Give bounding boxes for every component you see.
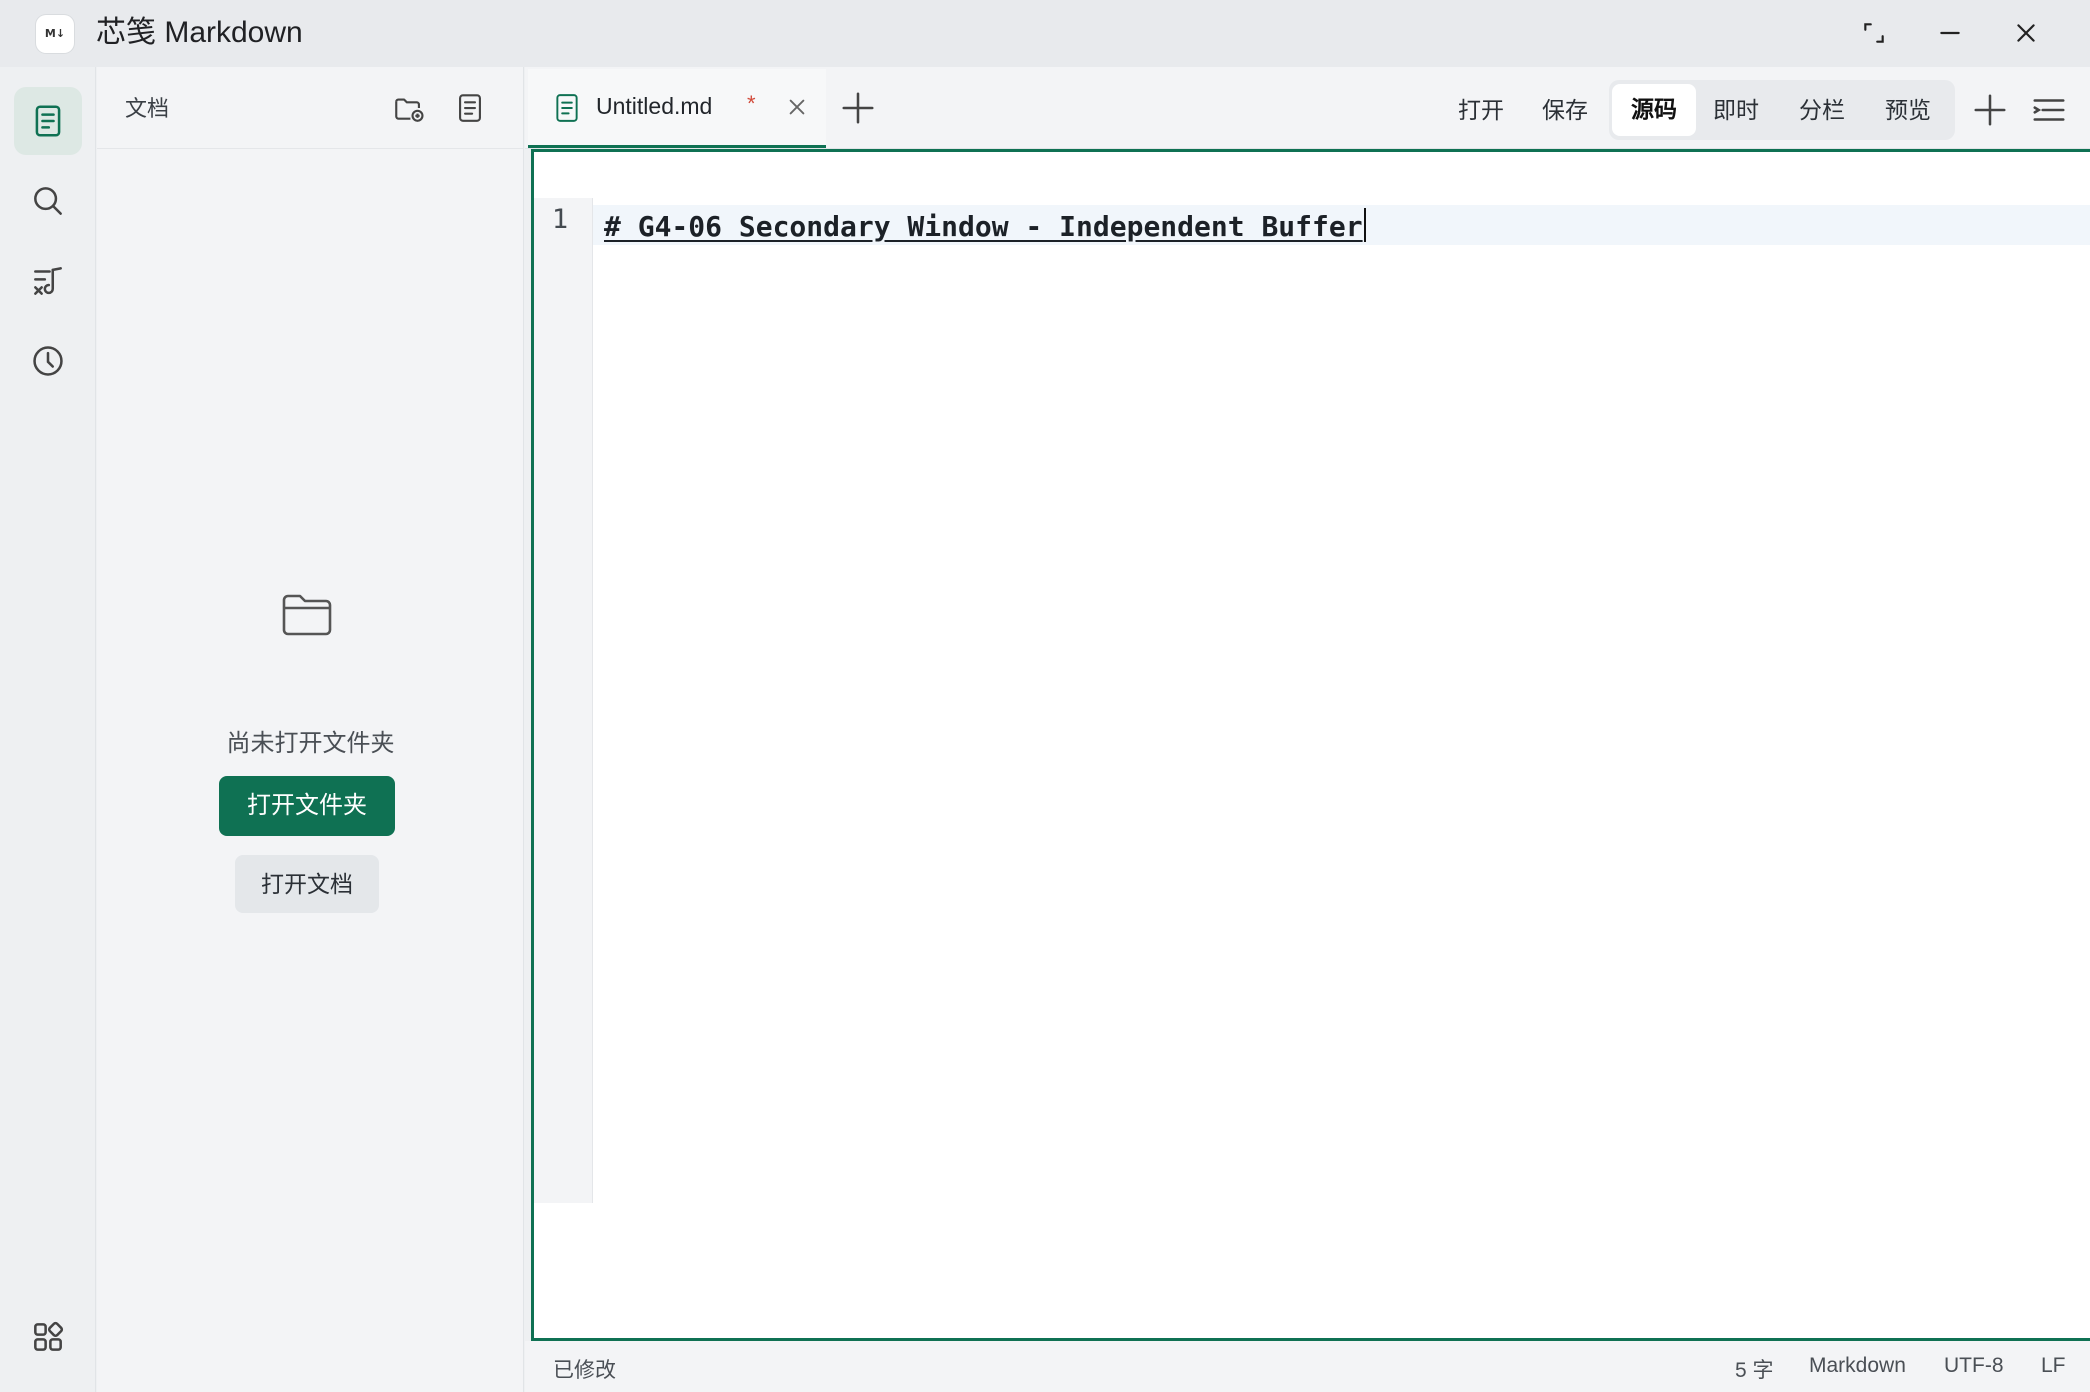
add-icon[interactable] [1971,91,2009,129]
mode-instant-button[interactable]: 即时 [1699,85,1773,135]
text-caret [1363,208,1366,242]
status-bar: 已修改 5 字 Markdown UTF-8 LF [525,1341,2090,1392]
open-folder-button[interactable] [388,87,430,129]
tab-untitled[interactable]: Untitled.md * [528,69,826,148]
activity-apps-button[interactable] [14,1303,82,1371]
editor-pane[interactable]: 1 # G4-06 Secondary Window - Independent… [531,149,2090,1341]
activity-documents-button[interactable] [14,87,82,155]
close-window-button[interactable] [1996,10,2056,56]
status-line-ending[interactable]: LF [2041,1354,2066,1378]
tab-close-icon[interactable] [786,96,808,118]
folder-icon [282,594,332,636]
new-tab-icon[interactable] [839,89,877,127]
tab-toolbar: Untitled.md * 打开 保存 源码 即时 分栏 预览 [525,67,2090,149]
save-button[interactable]: 保存 [1528,85,1602,135]
document-sidebar: 文档 尚未打开文件夹 打开文件夹 打开文档 [97,67,524,1392]
outline-toggle-icon[interactable] [2030,91,2068,129]
activity-bar [0,67,96,1392]
minimize-icon [1940,31,1960,35]
activity-outline-button[interactable] [14,247,82,315]
window-title: 芯笺 Markdown [96,16,303,49]
activity-search-button[interactable] [14,167,82,235]
open-folder-primary-button[interactable]: 打开文件夹 [219,776,395,836]
apps-icon [34,1321,64,1351]
outline-icon [34,267,62,295]
restore-icon [1864,23,1884,43]
status-encoding[interactable]: UTF-8 [1944,1354,2004,1378]
unsaved-indicator: * [747,91,756,116]
app-logo: M↓ [36,15,74,53]
status-word-count: 5 字 [1735,1359,1774,1382]
editor-line[interactable]: # G4-06 Secondary Window - Independent B… [604,208,1366,245]
title-bar: M↓ 芯笺 Markdown [0,0,2090,67]
tab-label: Untitled.md [596,93,713,119]
close-icon [2017,24,2035,42]
new-document-button[interactable] [449,87,491,129]
mode-split-button[interactable]: 分栏 [1785,85,1859,135]
empty-state-text: 尚未打开文件夹 [226,730,395,757]
sidebar-header: 文档 [97,67,524,149]
search-icon [34,187,62,215]
line-number: 1 [551,204,569,235]
minimize-window-button[interactable] [1920,10,1980,56]
document-icon [35,105,61,137]
editor-line-text: # G4-06 Secondary Window - Independent B… [604,210,1363,243]
status-language[interactable]: Markdown [1809,1354,1906,1378]
sidebar-title: 文档 [125,96,170,121]
activity-history-button[interactable] [14,327,82,395]
open-button[interactable]: 打开 [1444,85,1518,135]
line-number-gutter: 1 [534,198,593,1203]
history-icon [33,346,63,376]
new-document-icon [459,94,481,122]
restore-window-button[interactable] [1844,10,1904,56]
status-modified: 已修改 [553,1359,616,1382]
open-folder-icon [395,98,424,122]
open-document-button[interactable]: 打开文档 [235,855,379,913]
mode-source-button[interactable]: 源码 [1612,84,1696,136]
markdown-file-icon [556,94,578,122]
mode-preview-button[interactable]: 预览 [1871,85,1945,135]
